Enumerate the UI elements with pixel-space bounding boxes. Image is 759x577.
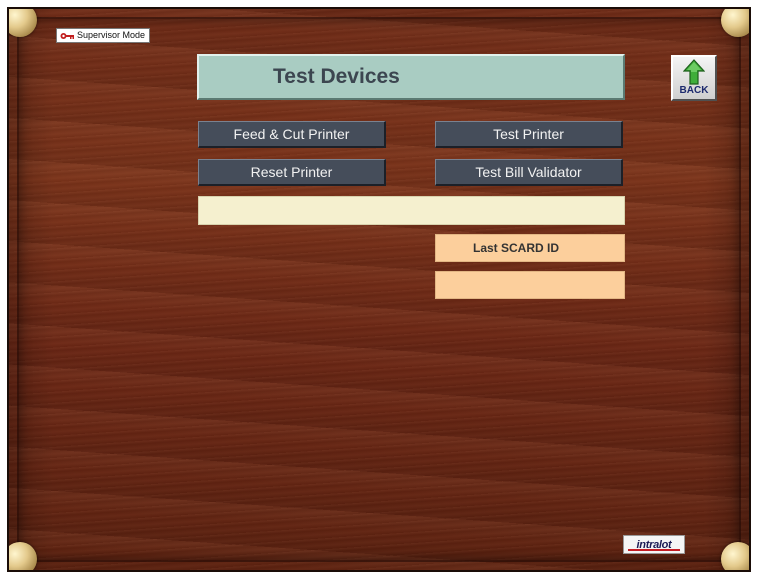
feed-cut-printer-button[interactable]: Feed & Cut Printer xyxy=(198,121,386,148)
brass-corner-top-right xyxy=(721,9,749,37)
test-bill-validator-button[interactable]: Test Bill Validator xyxy=(435,159,623,186)
test-printer-button[interactable]: Test Printer xyxy=(435,121,623,148)
last-scard-id-value xyxy=(435,271,625,299)
page-title-bar: Test Devices xyxy=(197,54,625,100)
reset-printer-button[interactable]: Reset Printer xyxy=(198,159,386,186)
status-message-field xyxy=(198,196,625,225)
green-up-arrow-icon xyxy=(683,59,705,85)
page-title: Test Devices xyxy=(273,65,400,88)
brass-corner-bottom-right xyxy=(721,542,749,570)
intralot-logo: intralot xyxy=(623,535,685,554)
brass-corner-bottom-left xyxy=(9,542,37,570)
back-button-label: BACK xyxy=(679,85,709,96)
last-scard-id-label: Last SCARD ID xyxy=(435,234,625,262)
supervisor-mode-label: Supervisor Mode xyxy=(77,30,146,40)
back-button[interactable]: BACK xyxy=(671,55,717,101)
supervisor-mode-badge: Supervisor Mode xyxy=(56,28,151,43)
brass-corner-top-left xyxy=(9,9,37,37)
key-icon xyxy=(60,32,74,39)
